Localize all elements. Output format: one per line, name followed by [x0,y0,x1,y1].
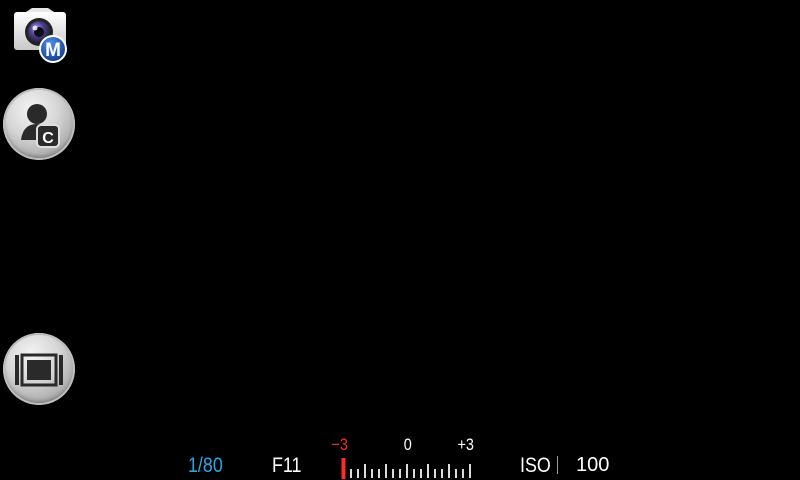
ev-indicator [341,458,346,479]
shutter-speed-value[interactable]: 1/80 [188,455,223,476]
ev-scale-zero-label: 0 [403,435,412,454]
user-custom-icon: C [21,104,60,148]
iso-value[interactable]: 100 [576,455,609,475]
ev-scale-max-label: +3 [457,435,474,454]
mode-badge-label: M [45,40,61,61]
ev-scale-min-label: −3 [331,435,348,454]
aperture-value[interactable]: F11 [272,455,301,476]
custom-badge-label: C [42,130,54,147]
camera-viewfinder-screen: M C 1/80 F11 −3 0 +3 ISO 100 [0,0,800,480]
display-frame-icon [15,353,63,387]
camera-manual-mode-icon: M [14,8,67,63]
custom-settings-button[interactable]: C [3,88,75,160]
ev-scale[interactable] [338,456,478,480]
display-mode-button[interactable] [3,333,75,405]
shooting-mode-button[interactable]: M [12,6,70,64]
iso-divider [557,456,558,474]
iso-label[interactable]: ISO [520,455,551,476]
